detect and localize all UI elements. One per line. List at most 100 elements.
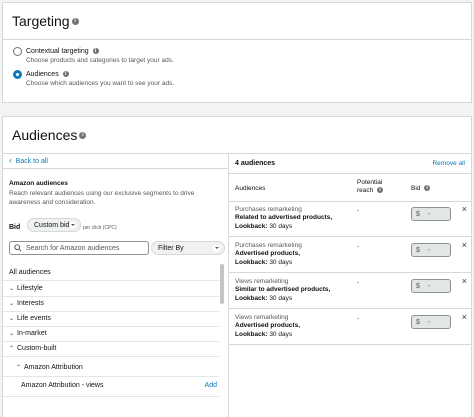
scrollbar[interactable] <box>219 264 225 324</box>
lookback-value: 30 days <box>267 258 293 266</box>
close-icon[interactable]: × <box>462 277 467 286</box>
table-row: Purchases remarketing Related to adverti… <box>229 202 471 237</box>
lookback-value: 30 days <box>267 294 293 302</box>
selected-header: 4 audiences Remove all <box>229 154 471 174</box>
col-bid: Bid i <box>411 185 431 193</box>
contextual-targeting-option[interactable]: Contextual targeting i Choose products a… <box>13 47 174 65</box>
info-icon[interactable]: i <box>62 71 69 78</box>
category-custom-built[interactable]: ⌃ Custom-built <box>9 344 225 353</box>
col-potential-reach: Potential reach i <box>357 179 384 195</box>
close-icon[interactable]: × <box>462 205 467 214</box>
search-input[interactable]: Search for Amazon audiences <box>9 241 149 255</box>
targeting-header: Targeting i <box>3 3 471 40</box>
audience-target: Advertised products, <box>235 250 301 258</box>
bid-input[interactable]: $ - <box>411 279 451 293</box>
audiences-title: Audiences <box>12 127 78 143</box>
bid-note: per click (CPC) <box>83 225 117 231</box>
close-icon[interactable]: × <box>462 241 467 250</box>
section-desc: Reach relevant audiences using our exclu… <box>9 190 195 206</box>
bid-currency: $ <box>416 210 420 218</box>
info-icon[interactable]: i <box>79 131 87 139</box>
audience-type: Purchases remarketing <box>235 206 302 213</box>
chevron-left-icon: ‹ <box>9 156 12 165</box>
bid-input[interactable]: $ - <box>411 243 451 257</box>
audience-target: Similar to advertised products, <box>235 286 331 294</box>
table-row: Views remarketing Advertised products, L… <box>229 310 471 345</box>
back-to-all-link[interactable]: ‹ Back to all <box>3 154 228 169</box>
chevron-down-icon: ⌄ <box>9 331 15 337</box>
search-icon <box>14 244 22 252</box>
bid-value: - <box>427 318 431 326</box>
divider <box>3 280 219 281</box>
chevron-down-icon: ⌄ <box>9 301 15 307</box>
contextual-targeting-radio[interactable] <box>13 47 22 56</box>
bid-label: Bid <box>9 224 21 231</box>
chevron-up-icon: ⌃ <box>9 346 15 352</box>
section-title: Amazon audiences <box>9 180 68 187</box>
scrollbar-thumb[interactable] <box>220 264 224 304</box>
category-lifestyle[interactable]: ⌄ Lifestyle <box>9 284 225 293</box>
bid-value: - <box>427 246 431 254</box>
selected-audiences-panel: 4 audiences Remove all Audiences Potenti… <box>229 154 471 417</box>
bid-currency: $ <box>416 246 420 254</box>
lookback-label: Lookback: <box>235 330 268 338</box>
audience-count: 4 audiences <box>235 160 276 167</box>
col-reach-line1: Potential <box>357 179 383 186</box>
audiences-radio[interactable] <box>13 70 22 79</box>
info-icon[interactable]: i <box>71 17 79 25</box>
category-label: Custom-built <box>17 345 57 352</box>
contextual-targeting-desc: Choose products and categories to target… <box>26 57 174 64</box>
targeting-title: Targeting <box>12 13 70 29</box>
category-label: In-market <box>17 330 47 337</box>
col-reach-line2: reach <box>357 187 374 194</box>
audience-type: Views remarketing <box>235 278 289 285</box>
bid-input[interactable]: $ - <box>411 315 451 329</box>
info-icon[interactable]: i <box>377 187 384 194</box>
info-icon[interactable]: i <box>424 185 431 192</box>
bid-type-select[interactable]: Custom bid <box>27 218 81 232</box>
category-interests[interactable]: ⌄ Interests <box>9 299 225 308</box>
bid-value: - <box>427 210 431 218</box>
bid-currency: $ <box>416 282 420 290</box>
audience-type: Views remarketing <box>235 314 289 321</box>
audiences-header: Audiences i <box>3 117 471 154</box>
all-audiences-label: All audiences <box>9 269 51 276</box>
filter-by-select[interactable]: Filter By <box>151 241 225 255</box>
bid-currency: $ <box>416 318 420 326</box>
category-label: Life events <box>17 315 51 322</box>
chevron-down-icon: ⌄ <box>9 286 15 292</box>
close-icon[interactable]: × <box>462 313 467 322</box>
info-icon[interactable]: i <box>92 48 99 55</box>
category-label: Lifestyle <box>17 285 43 292</box>
divider <box>3 311 219 312</box>
back-label: Back to all <box>15 157 48 165</box>
table-row: Purchases remarketing Advertised product… <box>229 238 471 273</box>
add-audience-button[interactable]: Add <box>205 382 217 389</box>
chevron-down-icon <box>213 245 220 252</box>
subitem-label: Amazon Attribution - views <box>21 382 104 389</box>
col-bid-label: Bid <box>411 185 421 192</box>
potential-reach: - <box>357 208 360 215</box>
audience-target: Advertised products, <box>235 322 301 330</box>
lookback-value: 30 days <box>267 222 293 230</box>
subitem-amazon-attribution-views: Amazon Attribution - views Add <box>21 382 217 391</box>
subcategory-amazon-attribution[interactable]: ⌃ Amazon Attribution <box>16 363 232 372</box>
chevron-down-icon <box>69 222 76 229</box>
divider <box>3 341 219 342</box>
audiences-card: Audiences i ‹ Back to all Amazon audienc… <box>2 116 472 417</box>
bid-value: - <box>427 282 431 290</box>
bid-input[interactable]: $ - <box>411 207 451 221</box>
lookback-label: Lookback: <box>235 258 268 266</box>
audiences-option[interactable]: Audiences i Choose which audiences you w… <box>13 70 174 88</box>
divider <box>3 376 219 377</box>
subcategory-label: Amazon Attribution <box>24 364 83 371</box>
lookback-label: Lookback: <box>235 294 268 302</box>
potential-reach: - <box>357 316 360 323</box>
category-life-events[interactable]: ⌄ Life events <box>9 314 225 323</box>
chevron-up-icon: ⌃ <box>16 365 22 371</box>
audience-type: Purchases remarketing <box>235 242 302 249</box>
audiences-desc: Choose which audiences you want to see y… <box>26 80 175 87</box>
targeting-card: Targeting i Contextual targeting i Choos… <box>2 2 472 103</box>
remove-all-button[interactable]: Remove all <box>432 160 465 167</box>
category-in-market[interactable]: ⌄ In-market <box>9 329 225 338</box>
